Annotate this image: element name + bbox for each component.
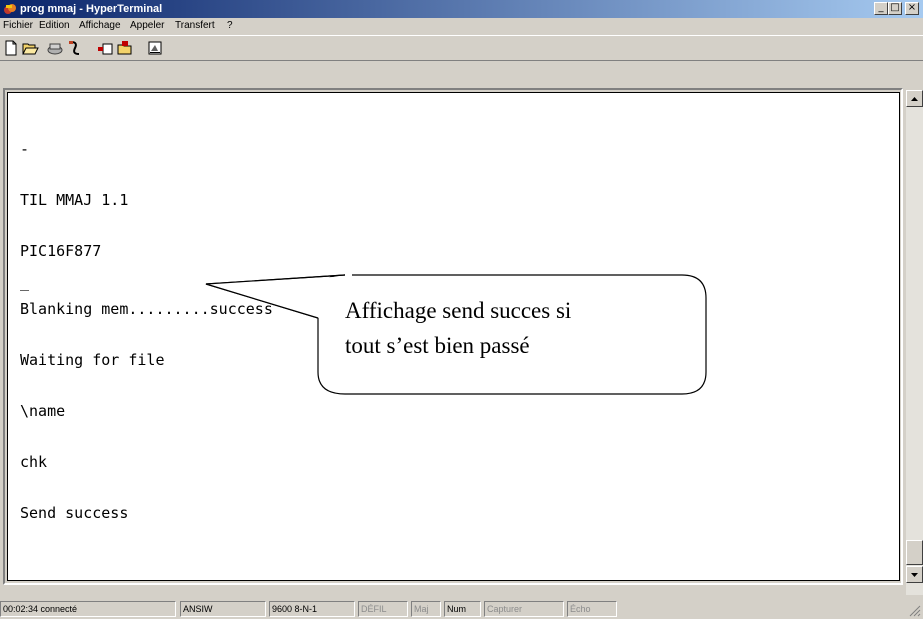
callout-line-2: tout s’est bien passé: [345, 333, 530, 358]
status-settings: 9600 8-N-1: [269, 601, 355, 617]
status-scroll: DÉFIL: [358, 601, 408, 617]
scroll-thumb[interactable]: [906, 540, 923, 565]
send-icon[interactable]: [96, 39, 114, 57]
receive-icon[interactable]: [116, 39, 134, 57]
status-caps: Maj: [411, 601, 441, 617]
arrow-down-icon: [911, 573, 918, 577]
terminal-line: -: [20, 140, 30, 158]
call-icon[interactable]: [46, 39, 64, 57]
callout-line-1: Affichage send succes si: [345, 298, 572, 323]
disconnect-icon[interactable]: [66, 39, 84, 57]
restore-button[interactable]: □: [888, 2, 902, 15]
terminal-line: TIL MMAJ 1.1: [20, 191, 129, 209]
menu-appeler[interactable]: Appeler: [130, 20, 164, 32]
terminal-line: PIC16F877: [20, 242, 102, 260]
title-bar[interactable]: prog mmaj - HyperTerminal _ □ ×: [0, 0, 923, 18]
window-title: prog mmaj - HyperTerminal: [20, 3, 163, 15]
menu-fichier[interactable]: Fichier: [3, 20, 33, 32]
scroll-up-button[interactable]: [906, 90, 923, 107]
status-capture: Capturer: [484, 601, 564, 617]
status-num: Num: [444, 601, 481, 617]
properties-icon[interactable]: [146, 39, 164, 57]
menu-affichage[interactable]: Affichage: [79, 20, 121, 32]
new-icon[interactable]: [2, 39, 20, 57]
terminal-line: Blanking mem.........success: [20, 300, 273, 318]
terminal-line: Send success: [20, 504, 129, 522]
resize-grip-icon[interactable]: [909, 605, 921, 617]
menu-transfert[interactable]: Transfert: [175, 20, 215, 32]
hyperterminal-window: prog mmaj - HyperTerminal _ □ × Fichier …: [0, 0, 923, 619]
menu-bar: Fichier Edition Affichage Appeler Transf…: [0, 18, 923, 34]
terminal-output: - TIL MMAJ 1.1 PIC16F877 Blanking mem...…: [20, 106, 273, 557]
menu-edition[interactable]: Edition: [39, 20, 70, 32]
terminal-line: chk: [20, 453, 48, 471]
status-bar: 00:02:34 connecté ANSIW 9600 8-N-1 DÉFIL…: [0, 599, 923, 619]
terminal-line: \name: [20, 402, 66, 420]
menu-help[interactable]: ?: [227, 20, 233, 32]
status-connection: 00:02:34 connecté: [0, 601, 176, 617]
close-button[interactable]: ×: [905, 2, 919, 15]
minimize-button[interactable]: _: [874, 2, 888, 15]
toolbar: [0, 35, 923, 61]
terminal-line: Waiting for file: [20, 351, 165, 369]
scroll-down-button[interactable]: [906, 566, 923, 583]
open-icon[interactable]: [21, 39, 39, 57]
hyperterminal-icon: [4, 4, 16, 14]
callout-text: Affichage send succes si tout s’est bien…: [345, 293, 705, 363]
vertical-scrollbar[interactable]: [906, 90, 923, 595]
status-emulation: ANSIW: [180, 601, 266, 617]
status-echo: Écho: [567, 601, 617, 617]
terminal-cursor: _: [20, 273, 30, 291]
arrow-up-icon: [911, 97, 918, 101]
